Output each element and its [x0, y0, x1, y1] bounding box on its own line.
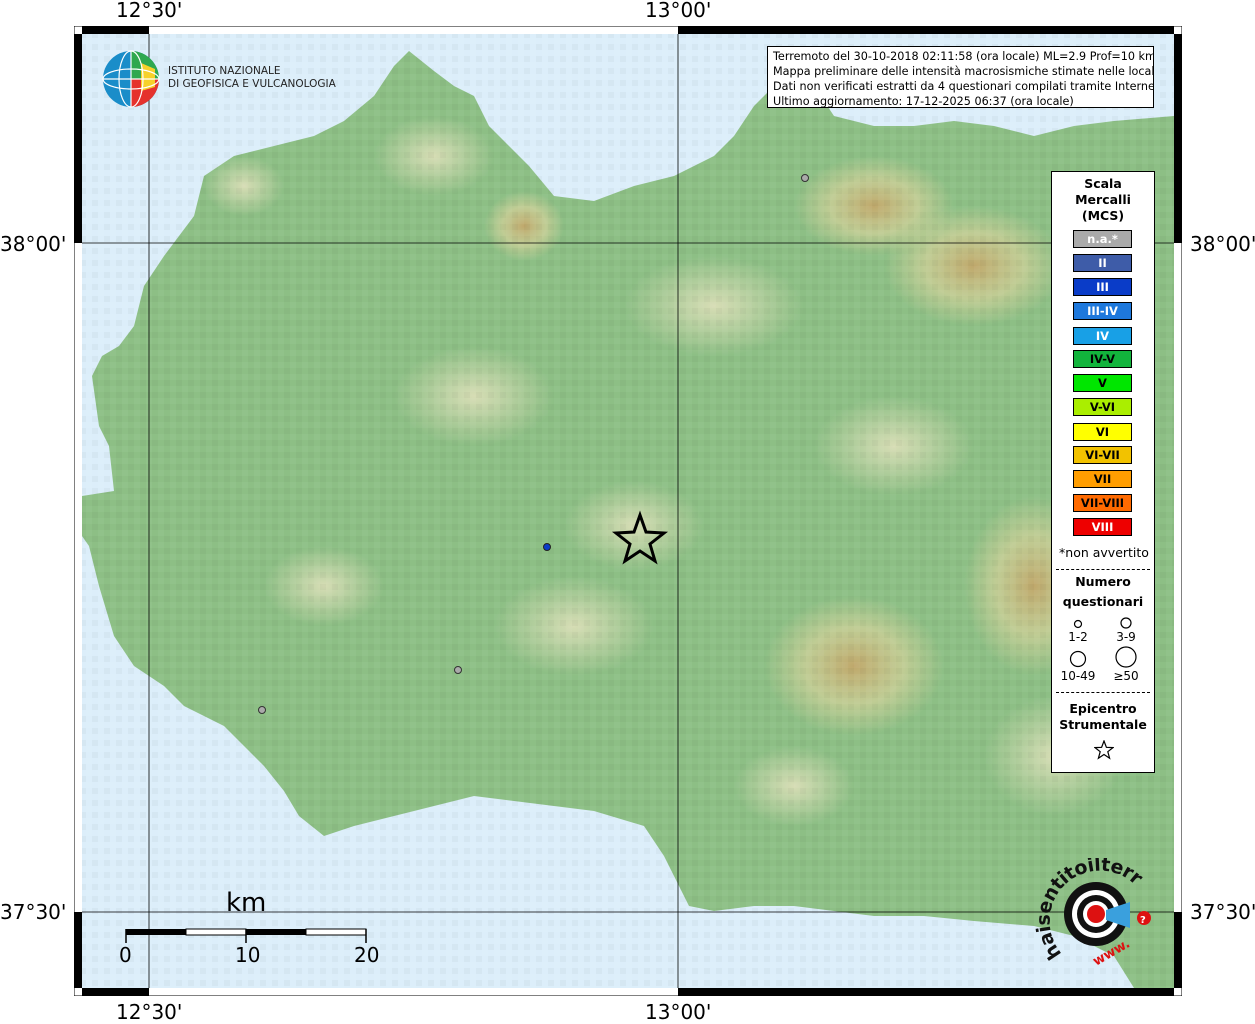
legend-swatch: III: [1073, 278, 1132, 296]
legend-epi-title-1: Epicentro: [1069, 701, 1137, 716]
info-line-4: Ultimo aggiornamento: 17-12-2025 06:37 (…: [773, 95, 1074, 108]
legend-divider: [1056, 692, 1150, 693]
info-line-3: Dati non verificati estratti da 4 questi…: [773, 80, 1154, 93]
ingv-logo-line2: DI GEOFISICA E VULCANOLOGIA: [168, 78, 336, 90]
legend-swatch: IV: [1073, 327, 1132, 345]
legend-swatch: V-VI: [1073, 398, 1132, 416]
mcs-legend: Scala Mercalli (MCS) n.a.* II III III-IV…: [1051, 171, 1155, 773]
scalebar-tick-20: 20: [354, 943, 380, 967]
legend-count-4: ≥50: [1113, 669, 1139, 683]
coord-top-left: 12°30': [116, 0, 183, 22]
coord-right-top: 38°00': [1190, 232, 1255, 256]
legend-swatch: VII: [1073, 470, 1132, 488]
legend-swatch: IV-V: [1073, 350, 1132, 368]
locality-marker: [454, 666, 462, 674]
legend-swatch: VI: [1073, 423, 1132, 441]
scalebar-tick-10: 10: [235, 943, 261, 967]
legend-epi-title-2: Strumentale: [1059, 717, 1147, 732]
coord-bottom-right: 13°00': [645, 1000, 712, 1024]
legend-title-1: Scala: [1084, 176, 1122, 191]
svg-text:?: ?: [1140, 915, 1146, 926]
legend-star-icon: [1094, 740, 1114, 760]
legend-swatch: II: [1073, 254, 1132, 272]
legend-title-3: (MCS): [1081, 208, 1125, 223]
legend-not-felt: *non avvertito: [1059, 545, 1149, 560]
locality-marker-intensity-iii: [543, 543, 551, 551]
legend-count-title-1: Numero: [1075, 574, 1131, 589]
legend-count-title-2: questionari: [1062, 594, 1144, 609]
legend-count-2: 3-9: [1116, 630, 1136, 644]
legend-swatch: V: [1073, 374, 1132, 392]
legend-swatch: III-IV: [1073, 302, 1132, 320]
locality-marker: [258, 706, 266, 714]
macroseismic-map[interactable]: [73, 25, 1183, 997]
coord-left-bottom: 37°30': [0, 900, 67, 924]
legend-swatch: VIII: [1073, 518, 1132, 536]
coord-top-right: 13°00': [645, 0, 712, 22]
scalebar-unit: km: [226, 888, 267, 918]
scalebar: [125, 928, 367, 943]
info-line-1: Terremoto del 30-10-2018 02:11:58 (ora l…: [773, 50, 1154, 63]
legend-swatch: VI-VII: [1073, 446, 1132, 464]
legend-swatch: n.a.*: [1073, 230, 1132, 248]
haisentito-logo[interactable]: haisentitoilterremoto.it www. ?: [1024, 841, 1164, 970]
legend-count-3: 10-49: [1060, 669, 1096, 683]
ingv-logo-icon: [101, 49, 161, 109]
ingv-logo-line1: ISTITUTO NAZIONALE: [168, 65, 281, 77]
haisentito-logo-icon: haisentitoilterremoto.it www. ?: [1024, 841, 1151, 969]
scalebar-tick-0: 0: [119, 943, 132, 967]
coord-right-bottom: 37°30': [1190, 900, 1255, 924]
legend-divider: [1056, 569, 1150, 570]
event-info-box: Terremoto del 30-10-2018 02:11:58 (ora l…: [767, 46, 1154, 108]
legend-title-2: Mercalli: [1075, 192, 1131, 207]
legend-swatch: VII-VIII: [1073, 494, 1132, 512]
legend-count-1: 1-2: [1068, 630, 1088, 644]
locality-marker: [801, 174, 809, 182]
map-svg: [73, 25, 1183, 997]
info-line-2: Mappa preliminare delle intensità macros…: [773, 65, 1154, 78]
coord-left-top: 38°00': [0, 232, 67, 256]
coord-bottom-left: 12°30': [116, 1000, 183, 1024]
